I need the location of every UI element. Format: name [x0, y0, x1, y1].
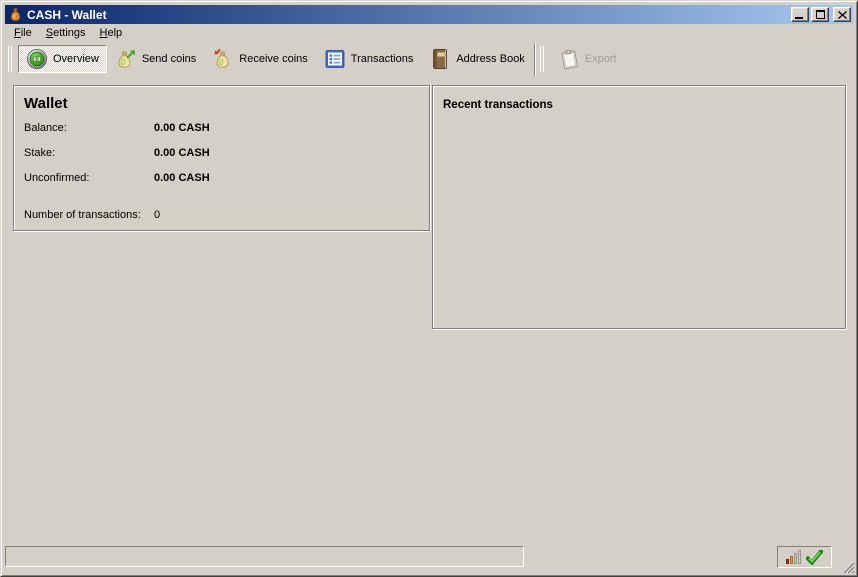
status-message-box [5, 546, 524, 567]
toolbar-button-label: Transactions [350, 53, 414, 65]
minimize-icon [795, 17, 803, 19]
export-clipboard-icon [561, 49, 578, 70]
money-bag-icon [10, 7, 21, 22]
receive-coins-tab-button[interactable]: Receive coins [204, 45, 315, 73]
toolbar: Overview Send coins Receive coins Transa… [5, 42, 853, 76]
maximize-button[interactable] [811, 7, 829, 22]
export-button[interactable]: Export [550, 45, 625, 73]
sync-check-icon [806, 549, 823, 565]
recent-transactions-panel: Recent transactions [432, 85, 846, 329]
transactions-tab-button[interactable]: Transactions [316, 45, 422, 73]
wallet-panel-title: Wallet [24, 95, 68, 112]
menu-file[interactable]: File [7, 25, 39, 42]
toolbar-button-label: Receive coins [239, 53, 308, 65]
transaction-count-value: 0 [154, 209, 161, 221]
stake-row: Stake: 0.00 CASH [24, 147, 210, 159]
receive-moneybag-icon [214, 48, 229, 68]
overview-tab-button[interactable]: Overview [18, 45, 107, 73]
send-coins-tab-button[interactable]: Send coins [107, 45, 204, 73]
toolbar-separator [533, 43, 536, 75]
transactions-list-icon [325, 50, 345, 68]
resize-grip[interactable] [840, 559, 855, 574]
toolbar-drag-handle[interactable] [8, 46, 16, 72]
unconfirmed-value: 0.00 CASH [154, 172, 210, 184]
balance-value: 0.00 CASH [154, 122, 210, 134]
unconfirmed-row: Unconfirmed: 0.00 CASH [24, 172, 210, 184]
recent-transactions-title: Recent transactions [443, 99, 553, 111]
maximize-icon [815, 10, 825, 19]
transaction-count-row: Number of transactions: 0 [24, 209, 160, 221]
wallet-panel: Wallet Balance: 0.00 CASH Stake: 0.00 CA… [13, 85, 430, 231]
statusbar [1, 543, 857, 576]
balance-label: Balance: [24, 122, 67, 134]
export-toolbar-drag-handle[interactable] [539, 46, 548, 72]
close-button[interactable] [833, 7, 851, 22]
status-icon-tray [777, 546, 832, 568]
window-title: CASH - Wallet [27, 7, 107, 22]
toolbar-button-label: Export [584, 53, 617, 65]
toolbar-button-label: Address Book [456, 53, 525, 65]
address-book-icon [433, 49, 448, 69]
minimize-button[interactable] [791, 7, 809, 22]
address-book-tab-button[interactable]: Address Book [421, 45, 532, 73]
toolbar-button-label: Overview [53, 53, 99, 65]
toolbar-button-label: Send coins [141, 53, 197, 65]
stake-value: 0.00 CASH [154, 147, 210, 159]
close-icon [837, 10, 847, 19]
transaction-count-label: Number of transactions: [24, 209, 141, 221]
send-moneybag-icon [118, 50, 135, 68]
menubar: File Settings Help [5, 24, 853, 42]
unconfirmed-label: Unconfirmed: [24, 172, 90, 184]
connections-bars-icon [786, 550, 801, 564]
titlebar[interactable]: CASH - Wallet [5, 5, 853, 24]
menu-help[interactable]: Help [93, 25, 130, 42]
overview-coin-icon [26, 48, 48, 70]
wallet-window: CASH - Wallet File Settings Help Overvie… [0, 0, 858, 577]
menu-settings[interactable]: Settings [39, 25, 93, 42]
balance-row: Balance: 0.00 CASH [24, 122, 210, 134]
stake-label: Stake: [24, 147, 56, 159]
main-content: Wallet Balance: 0.00 CASH Stake: 0.00 CA… [5, 76, 853, 543]
